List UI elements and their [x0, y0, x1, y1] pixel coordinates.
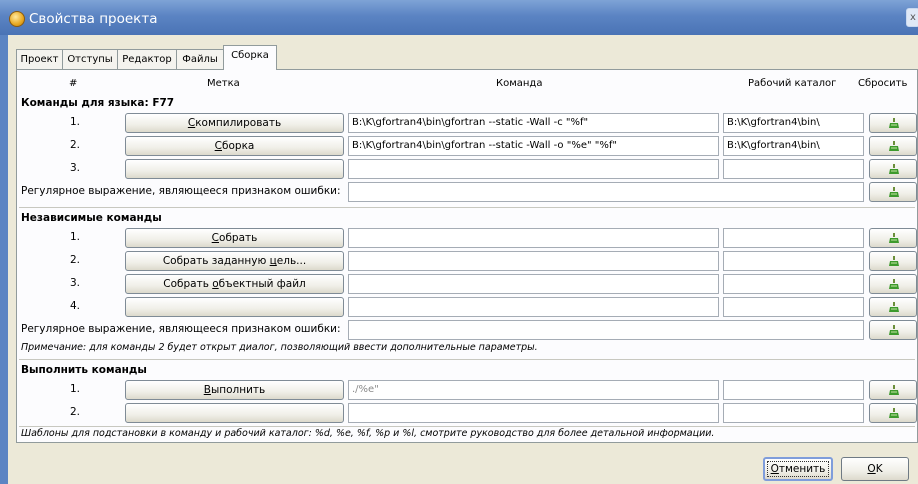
make-button[interactable]: Собрать — [125, 228, 344, 248]
execute-button[interactable]: Выполнить — [125, 380, 344, 400]
reset-button[interactable] — [869, 297, 917, 317]
row-num: 1. — [69, 231, 81, 243]
error-regex-field[interactable] — [348, 182, 864, 202]
focus-rect: Отменить — [766, 461, 830, 477]
separator — [19, 426, 915, 427]
row-num: 2. — [69, 406, 81, 418]
separator — [19, 359, 915, 360]
command-field[interactable]: B:\K\gfortran4\bin\gfortran --static -Wa… — [348, 136, 719, 156]
reset-button[interactable] — [869, 159, 917, 179]
col-header-reset: Сбросить — [858, 78, 908, 89]
tab-project[interactable]: Проект — [16, 49, 63, 69]
separator — [19, 207, 915, 208]
empty-command-button[interactable] — [125, 297, 344, 317]
reset-button[interactable] — [869, 320, 917, 340]
reset-button[interactable] — [869, 403, 917, 423]
note-text: Примечание: для команды 2 будет открыт д… — [21, 342, 538, 353]
reset-button[interactable] — [869, 228, 917, 248]
make-target-button[interactable]: Собрать заданную цель... — [125, 251, 344, 271]
broom-icon — [889, 233, 899, 243]
workdir-field[interactable] — [723, 228, 864, 248]
section-title-language: Команды для языка: F77 — [21, 97, 175, 109]
row-num: 4. — [69, 300, 81, 312]
broom-icon — [889, 279, 899, 289]
row-num: 3. — [69, 162, 81, 174]
broom-icon — [889, 408, 899, 418]
row-num: 2. — [69, 254, 81, 266]
make-object-button[interactable]: Собрать объектный файл — [125, 274, 344, 294]
error-regex-label: Регулярное выражение, являющееся признак… — [21, 323, 341, 335]
workdir-field[interactable] — [723, 297, 864, 317]
reset-button[interactable] — [869, 251, 917, 271]
broom-icon — [889, 325, 899, 335]
workdir-field[interactable] — [723, 159, 864, 179]
empty-command-button[interactable] — [125, 403, 344, 423]
workdir-field[interactable] — [723, 380, 864, 400]
command-field[interactable]: B:\K\gfortran4\bin\gfortran --static -Wa… — [348, 113, 719, 133]
workdir-field[interactable]: B:\K\gfortran4\bin\ — [723, 113, 864, 133]
broom-icon — [889, 187, 899, 197]
ok-button[interactable]: OK — [841, 457, 909, 481]
col-header-label: Метка — [207, 78, 240, 89]
command-field[interactable] — [348, 228, 719, 248]
command-field[interactable] — [348, 297, 719, 317]
workdir-field[interactable] — [723, 274, 864, 294]
row-num: 2. — [69, 139, 81, 151]
workdir-field[interactable] — [723, 251, 864, 271]
window-title: Свойства проекта — [29, 11, 158, 27]
row-num: 3. — [69, 277, 81, 289]
tab-files[interactable]: Файлы — [176, 49, 224, 69]
tab-build[interactable]: Сборка — [223, 45, 277, 70]
app-icon — [9, 11, 25, 27]
compile-button[interactable]: Скомпилировать — [125, 113, 344, 133]
cancel-button[interactable]: Отменить — [763, 457, 833, 481]
window-frame — [0, 35, 8, 484]
reset-button[interactable] — [869, 274, 917, 294]
workdir-field[interactable]: B:\K\gfortran4\bin\ — [723, 136, 864, 156]
empty-command-button[interactable] — [125, 159, 344, 179]
broom-icon — [889, 164, 899, 174]
reset-button[interactable] — [869, 380, 917, 400]
section-title-execute: Выполнить команды — [21, 364, 147, 376]
col-header-workdir: Рабочий каталог — [748, 78, 837, 89]
build-button[interactable]: Сборка — [125, 136, 344, 156]
title-bar: Свойства проекта x — [0, 0, 918, 35]
section-title-independent: Независимые команды — [21, 212, 162, 224]
footer-note: Шаблоны для подстановки в команду и рабо… — [21, 428, 715, 439]
reset-button[interactable] — [869, 136, 917, 156]
row-num: 1. — [69, 116, 81, 128]
col-header-num: # — [69, 78, 78, 89]
broom-icon — [889, 385, 899, 395]
error-regex-field[interactable] — [348, 320, 864, 340]
tab-indents[interactable]: Отступы — [62, 49, 118, 69]
error-regex-label: Регулярное выражение, являющееся признак… — [21, 185, 341, 197]
broom-icon — [889, 302, 899, 312]
broom-icon — [889, 118, 899, 128]
reset-button[interactable] — [869, 182, 917, 202]
command-field[interactable] — [348, 403, 719, 423]
command-field[interactable] — [348, 159, 719, 179]
workdir-field[interactable] — [723, 403, 864, 423]
reset-button[interactable] — [869, 113, 917, 133]
command-field[interactable] — [348, 274, 719, 294]
tab-editor[interactable]: Редактор — [117, 49, 177, 69]
col-header-command: Команда — [496, 78, 543, 89]
broom-icon — [889, 141, 899, 151]
command-field[interactable] — [348, 251, 719, 271]
close-button[interactable]: x — [906, 8, 918, 27]
command-field[interactable]: ./%e" — [348, 380, 719, 400]
dialog-client: Проект Отступы Редактор Файлы Сборка # М… — [8, 35, 918, 484]
broom-icon — [889, 256, 899, 266]
row-num: 1. — [69, 383, 81, 395]
build-panel: # Метка Команда Рабочий каталог Сбросить… — [16, 69, 918, 443]
